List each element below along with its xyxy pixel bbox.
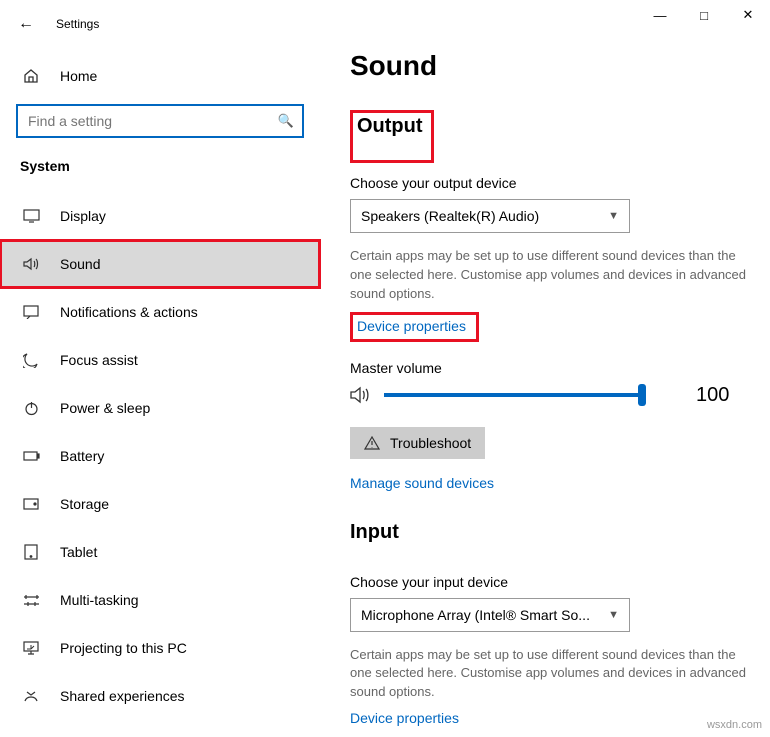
power-icon <box>22 401 40 416</box>
input-device-label: Choose your input device <box>350 574 760 590</box>
tablet-icon <box>22 544 40 560</box>
volume-value: 100 <box>696 384 729 407</box>
sidebar-item-label: Power & sleep <box>60 400 150 416</box>
sound-icon <box>22 257 40 271</box>
sidebar-item-label: Projecting to this PC <box>60 640 187 656</box>
sidebar-item-label: Notifications & actions <box>60 304 198 320</box>
input-help-text: Certain apps may be set up to use differ… <box>350 646 760 703</box>
output-heading: Output <box>357 115 423 138</box>
troubleshoot-button[interactable]: Troubleshoot <box>350 427 485 459</box>
speaker-icon[interactable] <box>350 386 370 404</box>
home-label: Home <box>60 68 97 84</box>
troubleshoot-label: Troubleshoot <box>390 435 471 451</box>
back-button[interactable]: ← <box>18 15 34 33</box>
sidebar-item-battery[interactable]: Battery <box>0 432 320 480</box>
sidebar-item-multitasking[interactable]: Multi-tasking <box>0 576 320 624</box>
sidebar-item-focus-assist[interactable]: Focus assist <box>0 336 320 384</box>
multitasking-icon <box>22 594 40 607</box>
input-device-select[interactable]: Microphone Array (Intel® Smart So... ▼ <box>350 598 630 632</box>
sidebar-item-projecting[interactable]: Projecting to this PC <box>0 624 320 672</box>
slider-thumb[interactable] <box>638 384 646 406</box>
sidebar-item-label: Multi-tasking <box>60 592 139 608</box>
sidebar-item-shared[interactable]: Shared experiences <box>0 672 320 720</box>
home-icon <box>22 68 40 84</box>
maximize-button[interactable]: □ <box>682 0 726 30</box>
sidebar-item-sound[interactable]: Sound <box>0 240 320 288</box>
projecting-icon <box>22 641 40 655</box>
device-properties-highlight: Device properties <box>350 312 479 342</box>
sidebar-item-power[interactable]: Power & sleep <box>0 384 320 432</box>
manage-sound-devices-link[interactable]: Manage sound devices <box>350 475 494 491</box>
notifications-icon <box>22 305 40 319</box>
window-title: Settings <box>56 17 99 31</box>
volume-slider[interactable] <box>384 393 642 397</box>
watermark: wsxdn.com <box>707 719 762 731</box>
close-button[interactable]: ✕ <box>726 0 770 30</box>
sidebar-item-label: Focus assist <box>60 352 138 368</box>
sidebar-item-label: Battery <box>60 448 104 464</box>
sidebar-item-label: Shared experiences <box>60 688 185 704</box>
output-help-text: Certain apps may be set up to use differ… <box>350 247 760 304</box>
output-device-properties-link[interactable]: Device properties <box>357 318 466 334</box>
sidebar-item-label: Tablet <box>60 544 97 560</box>
sidebar-item-label: Display <box>60 208 106 224</box>
output-device-label: Choose your output device <box>350 175 760 191</box>
shared-icon <box>22 689 40 703</box>
search-input[interactable] <box>16 104 304 138</box>
master-volume-label: Master volume <box>350 360 760 376</box>
input-device-properties-link[interactable]: Device properties <box>350 710 459 726</box>
page-title: Sound <box>350 50 760 82</box>
output-device-select[interactable]: Speakers (Realtek(R) Audio) ▼ <box>350 199 630 233</box>
sidebar-item-label: Storage <box>60 496 109 512</box>
sidebar-item-display[interactable]: Display <box>0 192 320 240</box>
display-icon <box>22 209 40 223</box>
chevron-down-icon: ▼ <box>608 210 619 222</box>
output-heading-highlight: Output <box>350 110 434 163</box>
output-device-value: Speakers (Realtek(R) Audio) <box>361 208 539 224</box>
home-nav[interactable]: Home <box>0 58 320 94</box>
minimize-button[interactable]: ― <box>638 0 682 30</box>
input-heading: Input <box>350 521 399 544</box>
sidebar-item-storage[interactable]: Storage <box>0 480 320 528</box>
group-heading: System <box>0 138 320 184</box>
sidebar-item-label: Sound <box>60 256 100 272</box>
sidebar-item-tablet[interactable]: Tablet <box>0 528 320 576</box>
storage-icon <box>22 498 40 510</box>
chevron-down-icon: ▼ <box>608 609 619 621</box>
warning-icon <box>364 436 380 450</box>
focus-icon <box>22 352 40 368</box>
battery-icon <box>22 451 40 461</box>
input-device-value: Microphone Array (Intel® Smart So... <box>361 607 590 623</box>
sidebar-item-notifications[interactable]: Notifications & actions <box>0 288 320 336</box>
